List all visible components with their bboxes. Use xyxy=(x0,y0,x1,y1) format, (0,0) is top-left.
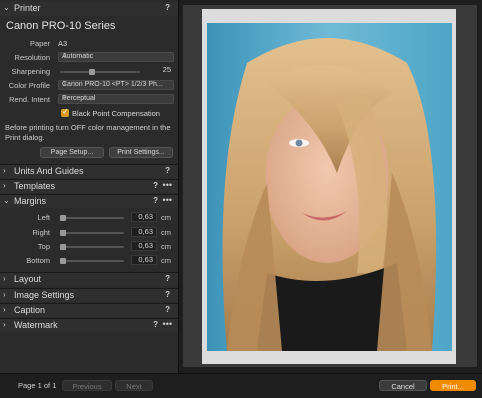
margin-left-input[interactable]: 0,63 xyxy=(131,212,157,222)
chevron-right-icon: › xyxy=(3,290,6,299)
section-title: Image Settings xyxy=(14,290,75,300)
chevron-down-icon: ⌄ xyxy=(3,3,10,12)
help-icon[interactable]: ? xyxy=(165,290,170,299)
help-icon[interactable]: ? xyxy=(165,274,170,283)
paper-label: Paper xyxy=(29,39,50,48)
image-settings-section-header[interactable]: › Image Settings ? xyxy=(0,288,178,302)
margin-right-unit: cm xyxy=(161,228,171,237)
margins-section-header[interactable]: ⌄ Margins ? ••• xyxy=(0,194,178,208)
help-icon[interactable]: ? xyxy=(165,305,170,314)
margin-top-slider[interactable] xyxy=(60,246,124,248)
margin-top-input[interactable]: 0,63 xyxy=(131,241,157,251)
printer-section-header[interactable]: ⌄ Printer ? xyxy=(0,2,178,16)
chevron-down-icon: ⌄ xyxy=(3,196,10,205)
help-icon[interactable]: ? xyxy=(153,196,158,205)
help-icon[interactable]: ? xyxy=(165,3,170,12)
black-point-label: Black Point Compensation xyxy=(72,109,160,118)
margin-left-label: Left xyxy=(37,213,50,222)
chevron-right-icon: › xyxy=(3,181,6,190)
next-button[interactable]: Next xyxy=(115,380,153,391)
help-icon[interactable]: ? xyxy=(153,320,158,329)
color-management-note: Before printing turn OFF color managemen… xyxy=(5,123,171,142)
resolution-label: Resolution xyxy=(14,53,50,62)
section-title: Caption xyxy=(14,305,46,315)
section-title: Layout xyxy=(14,274,42,284)
help-icon[interactable]: ? xyxy=(153,181,158,190)
help-icon[interactable]: ? xyxy=(165,166,170,175)
more-icon[interactable]: ••• xyxy=(163,319,172,329)
watermark-section-header[interactable]: › Watermark ? ••• xyxy=(0,318,178,332)
layout-section-header[interactable]: › Layout ? xyxy=(0,272,178,286)
photo-preview xyxy=(207,23,452,351)
sharpening-slider-thumb[interactable] xyxy=(89,69,95,75)
bottom-toolbar: Page 1 of 1 Previous Next Cancel Print..… xyxy=(0,373,482,398)
rend-intent-dropdown[interactable]: Perceptual ⇕ xyxy=(58,94,174,104)
chevron-right-icon: › xyxy=(3,320,6,329)
paper-value: A3 xyxy=(58,39,68,48)
margin-left-unit: cm xyxy=(161,213,171,222)
section-title: Units And Guides xyxy=(14,166,84,176)
page-setup-button[interactable]: Page Setup... xyxy=(40,147,104,158)
print-settings-panel: ⌄ Printer ? Canon PRO-10 Series Paper A3… xyxy=(0,0,179,373)
previous-button[interactable]: Previous xyxy=(62,380,112,391)
print-settings-button[interactable]: Print Settings... xyxy=(109,147,173,158)
caption-section-header[interactable]: › Caption ? xyxy=(0,303,178,317)
printer-name: Canon PRO-10 Series xyxy=(6,20,116,32)
cancel-button[interactable]: Cancel xyxy=(379,380,427,391)
rend-intent-label: Rend. Intent xyxy=(9,95,50,104)
units-and-guides-section-header[interactable]: › Units And Guides ? xyxy=(0,164,178,178)
section-title: Watermark xyxy=(14,320,58,330)
margin-right-slider-thumb[interactable] xyxy=(60,230,66,236)
margin-top-slider-thumb[interactable] xyxy=(60,244,66,250)
more-icon[interactable]: ••• xyxy=(163,180,172,190)
margin-top-label: Top xyxy=(37,242,50,251)
margin-right-input[interactable]: 0,63 xyxy=(131,227,157,237)
margin-bottom-input[interactable]: 0,63 xyxy=(131,255,157,265)
margin-right-label: Right xyxy=(32,228,50,237)
margin-right-slider[interactable] xyxy=(60,232,124,234)
chevron-right-icon: › xyxy=(3,305,6,314)
margin-left-slider-thumb[interactable] xyxy=(60,215,66,221)
portrait-image xyxy=(207,23,452,351)
sharpening-label: Sharpening xyxy=(11,67,50,76)
print-button[interactable]: Print... xyxy=(430,380,476,391)
sharpening-slider[interactable] xyxy=(60,71,140,73)
templates-section-header[interactable]: › Templates ? ••• xyxy=(0,179,178,193)
margin-top-unit: cm xyxy=(161,242,171,251)
section-title: Margins xyxy=(14,196,47,206)
resolution-dropdown[interactable]: Automatic ⇕ xyxy=(58,52,174,62)
margin-bottom-label: Bottom xyxy=(26,256,50,265)
color-profile-label: Color Profile xyxy=(8,81,50,90)
margin-left-slider[interactable] xyxy=(60,217,124,219)
stepper-icon: ⇕ xyxy=(62,95,68,102)
page-indicator: Page 1 of 1 xyxy=(18,381,57,390)
black-point-checkbox[interactable] xyxy=(61,107,69,117)
chevron-right-icon: › xyxy=(3,166,6,175)
chevron-right-icon: › xyxy=(3,274,6,283)
margin-bottom-slider-thumb[interactable] xyxy=(60,258,66,264)
margin-bottom-unit: cm xyxy=(161,256,171,265)
stepper-icon: ⇕ xyxy=(62,53,68,60)
section-title: Printer xyxy=(14,3,41,13)
color-profile-dropdown[interactable]: Canon PRO-10 <PT> 1/2/3 Ph... ⇕ xyxy=(58,80,174,90)
more-icon[interactable]: ••• xyxy=(163,195,172,205)
sharpening-value[interactable]: 25 xyxy=(148,66,174,76)
stepper-icon: ⇕ xyxy=(62,81,68,88)
margin-bottom-slider[interactable] xyxy=(60,260,124,262)
section-title: Templates xyxy=(14,181,56,191)
